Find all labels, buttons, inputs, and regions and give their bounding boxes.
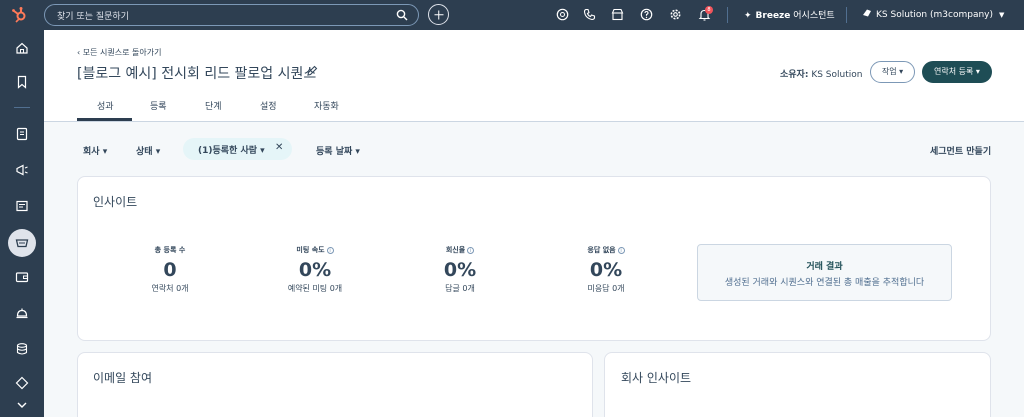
top-bar: 찾기 또는 질문하기 8 ✦ Breeze 어시스턴트 KS Solution … [0, 0, 1024, 30]
status-filter[interactable]: 상태 ▾ [136, 144, 160, 157]
search-icon[interactable] [396, 9, 408, 21]
company-filter[interactable]: 회사 ▾ [83, 144, 107, 157]
page-title: [블로그 예시] 전시회 리드 팔로업 시퀀스 [77, 66, 317, 82]
notification-badge: 8 [705, 6, 713, 14]
stat-sub: 예약된 미팅 0개 [287, 284, 343, 293]
info-icon[interactable]: i [617, 247, 625, 254]
enrolled-by-label: (1)등록한 사람 ▾ [198, 146, 265, 156]
stat-sub: 답글 0개 [445, 284, 475, 293]
stat-label: 미팅 속도 [296, 246, 325, 254]
actions-button[interactable]: 작업 ▾ [870, 61, 915, 83]
service-bell-icon[interactable] [15, 306, 29, 320]
stat-value: 0% [589, 259, 623, 281]
marketplace-icon[interactable] [611, 8, 624, 21]
create-button[interactable] [428, 4, 449, 25]
email-engagement-card [77, 352, 593, 417]
megaphone-icon[interactable] [15, 163, 29, 177]
stat-total-enrollments: 총 등록 수 0 연락처 0개 [115, 245, 225, 294]
stat-label: 회신율 [445, 246, 466, 254]
divider [727, 7, 728, 23]
active-tab-indicator [77, 118, 132, 121]
stat-label: 총 등록 수 [154, 246, 186, 254]
search-placeholder: 찾기 또는 질문하기 [57, 12, 129, 22]
deal-outcomes-description: 생성된 거래와 시퀀스와 연결된 총 매출을 추적합니다 [724, 278, 925, 288]
sequence-header: ‹ 모든 시퀀스로 돌아가기 [블로그 예시] 전시회 리드 팔로업 시퀀스 소… [44, 30, 1024, 122]
tab-steps[interactable]: 단계 [205, 99, 222, 112]
owner-info: 소유자: KS Solution [780, 67, 862, 80]
chevron-down-icon: ▼ [999, 11, 1005, 19]
stat-label-row: 응답 없음 i [551, 245, 661, 255]
stat-label: 응답 없음 [587, 246, 616, 254]
sparkle-icon: ✦ [744, 11, 752, 21]
account-logo-icon [863, 9, 871, 17]
home-icon[interactable] [15, 41, 29, 55]
tab-automation[interactable]: 자동화 [314, 99, 339, 112]
info-icon[interactable]: i [326, 247, 334, 254]
tab-enrollments[interactable]: 등록 [150, 99, 167, 112]
nav-divider [14, 107, 30, 108]
breeze-brand: Breeze [755, 11, 791, 21]
pencil-icon[interactable] [306, 65, 318, 77]
phone-icon[interactable] [583, 8, 596, 21]
sales-basket-icon[interactable] [15, 236, 29, 250]
database-icon[interactable] [15, 342, 29, 356]
back-link[interactable]: ‹ 모든 시퀀스로 돌아가기 [77, 47, 161, 58]
stat-no-response: 응답 없음 i 0% 미응답 0개 [551, 245, 661, 294]
stat-reply-rate: 회신율 i 0% 답글 0개 [405, 245, 515, 294]
company-insights-title: 회사 인사이트 [621, 371, 692, 385]
hubspot-logo-icon[interactable] [10, 6, 28, 24]
deal-outcomes-title: 거래 결과 [806, 262, 843, 272]
close-icon[interactable]: ✕ [275, 142, 283, 153]
help-circle-icon[interactable] [556, 8, 569, 21]
account-name: KS Solution (m3company) [876, 10, 993, 20]
enroll-date-filter[interactable]: 등록 날짜 ▾ [316, 144, 360, 157]
owner-label: 소유자: [780, 70, 809, 80]
enrolled-by-filter[interactable]: (1)등록한 사람 ▾ ✕ [183, 138, 292, 160]
email-engagement-title: 이메일 참여 [93, 371, 153, 385]
deal-outcomes-panel[interactable]: 거래 결과 생성된 거래와 시퀀스와 연결된 총 매출을 추적합니다 [697, 244, 952, 301]
stat-value: 0% [298, 259, 332, 281]
content-icon[interactable] [15, 199, 29, 213]
stat-sub: 연락처 0개 [151, 284, 189, 293]
stat-value: 0 [163, 259, 177, 281]
tab-performance[interactable]: 성과 [97, 99, 114, 112]
owner-name: KS Solution [808, 70, 863, 80]
info-icon[interactable]: i [467, 247, 475, 254]
search-input[interactable]: 찾기 또는 질문하기 [44, 4, 419, 26]
breeze-suffix: 어시스턴트 [790, 11, 835, 21]
bookmark-icon[interactable] [15, 75, 29, 89]
divider [846, 7, 847, 23]
breeze-assistant-button[interactable]: ✦ Breeze 어시스턴트 [744, 8, 835, 21]
chevron-down-icon[interactable] [15, 398, 29, 412]
left-navigation [0, 30, 44, 417]
gear-icon[interactable] [669, 8, 682, 21]
insights-title: 인사이트 [93, 195, 138, 209]
create-segment-button[interactable]: 세그먼트 만들기 [930, 144, 991, 157]
diamond-icon[interactable] [15, 376, 29, 390]
stat-label-row: 회신율 i [405, 245, 515, 255]
enroll-contacts-button[interactable]: 연락처 등록 ▾ [922, 61, 992, 83]
stat-meeting-rate: 미팅 속도 i 0% 예약된 미팅 0개 [260, 245, 370, 294]
tab-settings[interactable]: 설정 [260, 99, 277, 112]
contacts-icon[interactable] [15, 127, 29, 141]
stat-value: 0% [443, 259, 477, 281]
account-menu[interactable]: KS Solution (m3company) ▼ [862, 8, 1004, 20]
stat-sub: 미응답 0개 [587, 284, 625, 293]
question-icon[interactable] [640, 8, 653, 21]
stat-label-row: 미팅 속도 i [260, 245, 370, 255]
wallet-icon[interactable] [15, 270, 29, 284]
